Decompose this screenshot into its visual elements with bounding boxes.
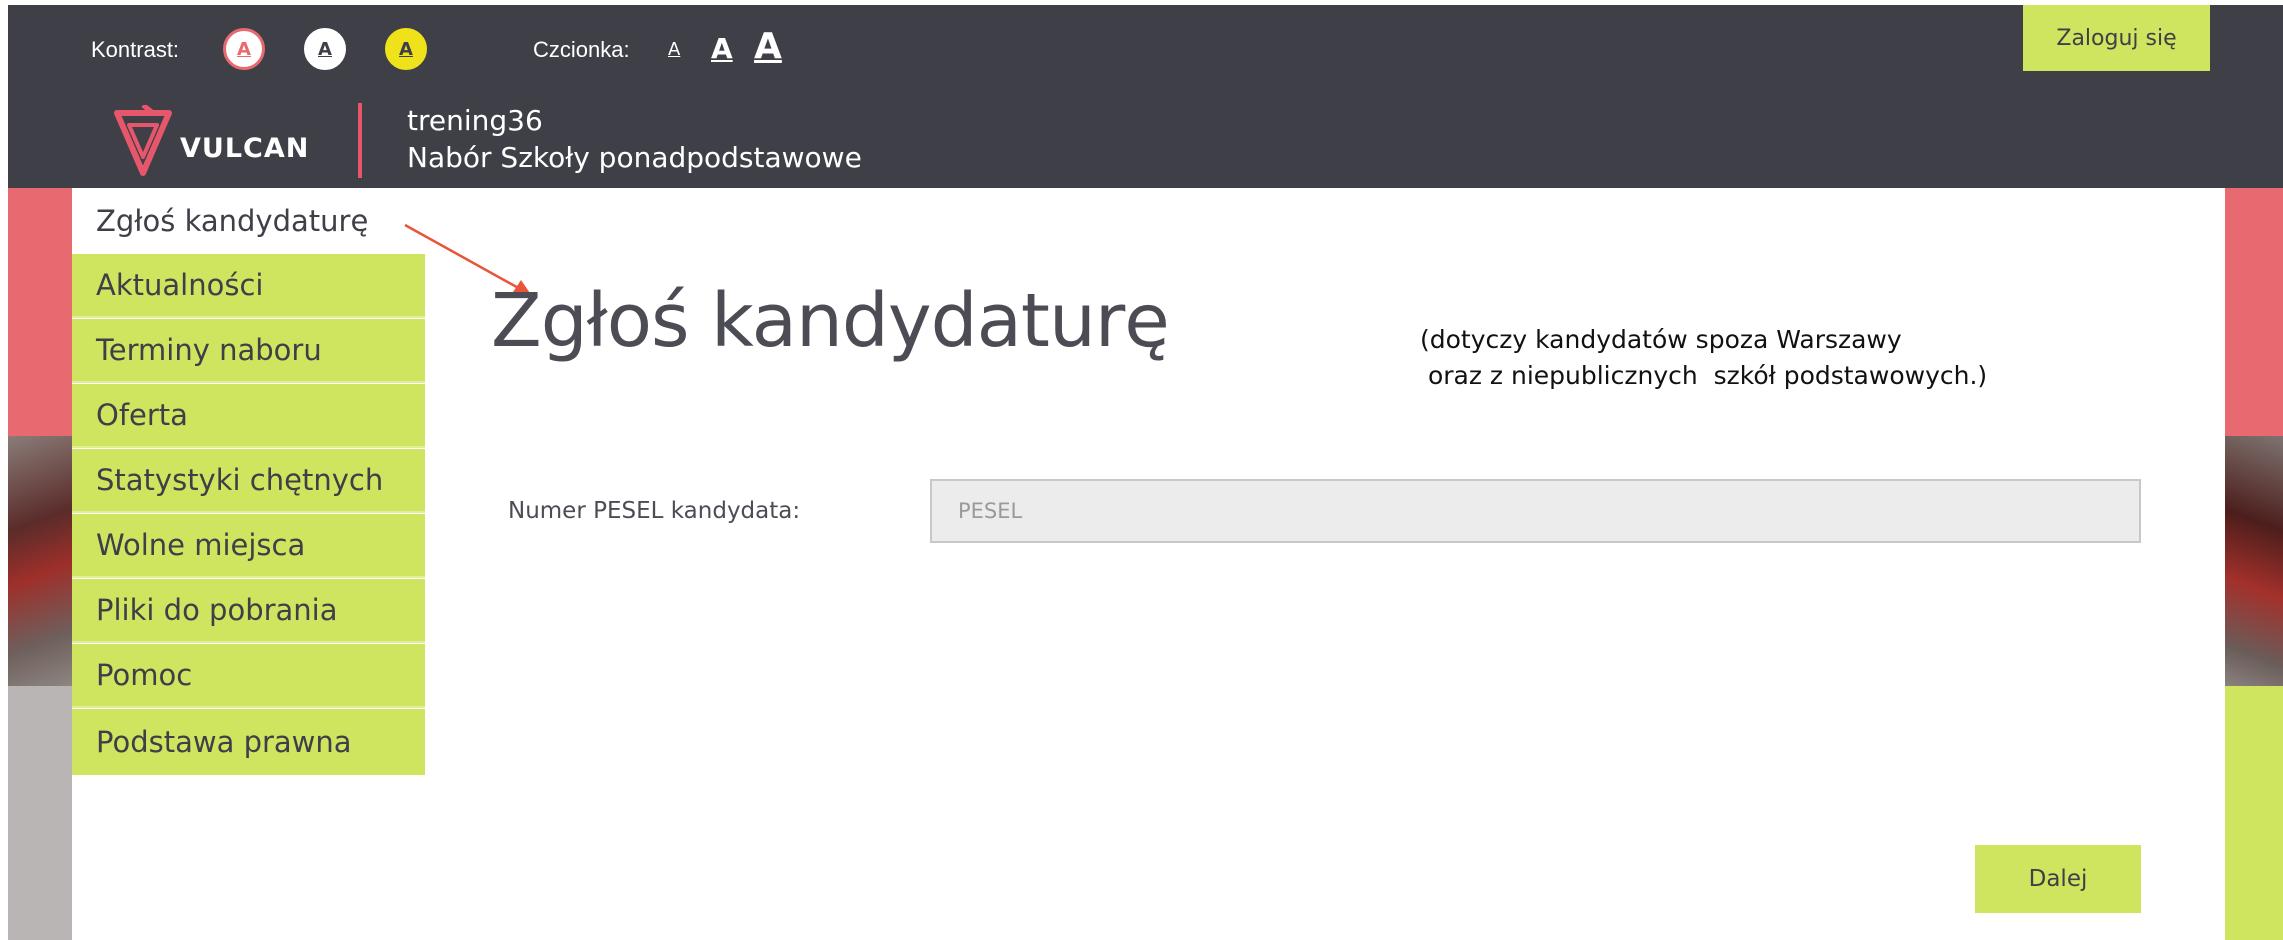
background-left	[8, 188, 72, 940]
sidebar-item-podstawa-prawna[interactable]: Podstawa prawna	[72, 709, 425, 775]
background-right-photo	[2225, 436, 2283, 686]
sidebar-item-wolne-miejsca[interactable]: Wolne miejsca	[72, 514, 425, 578]
background-right-pink	[2225, 188, 2283, 436]
pesel-input[interactable]	[930, 479, 2141, 543]
background-left-photo	[8, 436, 72, 686]
sidebar-item-terminy-naboru[interactable]: Terminy naboru	[72, 319, 425, 383]
logo-text: VULCAN	[180, 133, 310, 164]
pesel-label: Numer PESEL kandydata:	[508, 498, 801, 524]
vulcan-logo-icon	[114, 105, 172, 176]
font-size-large-button[interactable]: A	[754, 29, 782, 65]
site-name: trening36	[407, 104, 543, 137]
next-button[interactable]: Dalej	[1975, 845, 2141, 913]
header-divider	[358, 103, 362, 178]
vulcan-logo[interactable]: VULCAN	[113, 105, 323, 185]
eligibility-note: (dotyczy kandydatów spoza Warszawy oraz …	[1420, 325, 1988, 390]
sidebar-item-statystyki-chetnych[interactable]: Statystyki chętnych	[72, 449, 425, 513]
sidebar-item-pliki-do-pobrania[interactable]: Pliki do pobrania	[72, 579, 425, 643]
contrast-yellow-button[interactable]: A	[385, 28, 427, 70]
page-title: Zgłoś kandydaturę	[491, 278, 1170, 364]
background-left-pink	[8, 188, 72, 436]
font-size-small-button[interactable]: A	[668, 41, 680, 59]
sidebar-item-zglos-kandydature[interactable]: Zgłoś kandydaturę	[72, 188, 425, 254]
background-right-lime	[2225, 686, 2283, 940]
contrast-black-white-button[interactable]: A	[304, 28, 346, 70]
site-subtitle: Nabór Szkoły ponadpodstawowe	[407, 141, 862, 174]
background-right	[2225, 188, 2283, 940]
sidebar-item-aktualnosci[interactable]: Aktualności	[72, 254, 425, 318]
font-size-medium-button[interactable]: A	[711, 35, 733, 63]
sidebar-item-oferta[interactable]: Oferta	[72, 384, 425, 448]
background-left-gray	[8, 686, 72, 940]
header: Kontrast: A A A Czcionka: A A A Zaloguj …	[8, 5, 2283, 188]
contrast-label: Kontrast:	[91, 37, 180, 62]
login-button[interactable]: Zaloguj się	[2023, 5, 2210, 71]
sidebar-item-pomoc[interactable]: Pomoc	[72, 644, 425, 708]
font-size-label: Czcionka:	[533, 37, 630, 62]
contrast-default-button[interactable]: A	[223, 28, 265, 70]
